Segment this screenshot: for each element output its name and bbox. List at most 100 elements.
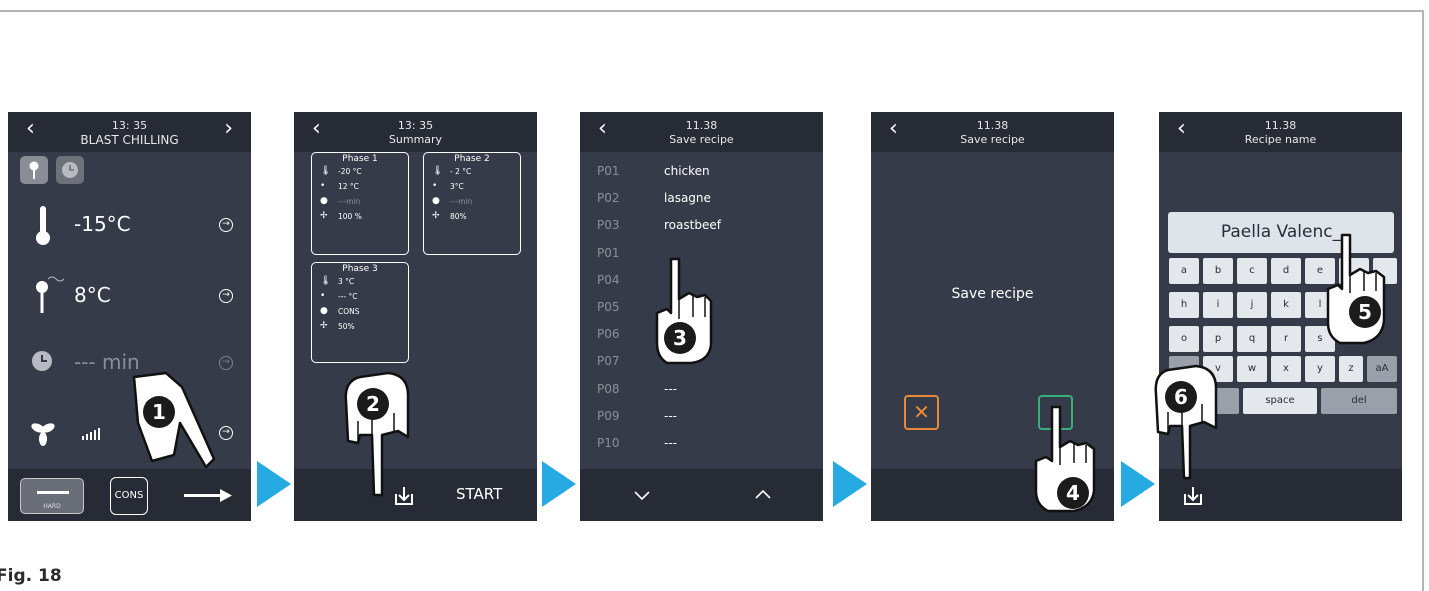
phase-2-card[interactable]: Phase 2 🌡 - 2 °C • 3°C ● ---min ✢ 80%	[423, 152, 521, 255]
figure-border-right	[1422, 10, 1424, 591]
chevron-right-icon[interactable]: ›	[224, 116, 233, 141]
key[interactable]: h	[1169, 292, 1199, 318]
core-temperature-value: 8°C	[74, 283, 111, 307]
key[interactable]: x	[1271, 356, 1301, 382]
next-arrow-icon[interactable]	[184, 487, 234, 505]
recipe-code: P08	[597, 382, 620, 396]
recipe-row[interactable]: P09 ---	[580, 405, 823, 432]
time: ---min	[338, 197, 361, 206]
clock-icon	[62, 162, 78, 178]
screen-title: Save recipe	[960, 133, 1025, 146]
core-probe-icon	[36, 276, 64, 313]
header: ‹ 11.38 Save recipe	[871, 112, 1114, 152]
key[interactable]: c	[1237, 258, 1267, 284]
air-temp: - 2 °C	[450, 167, 472, 176]
fan: 50%	[338, 322, 355, 331]
pointing-hand-icon	[132, 371, 216, 469]
air-temperature-value: -15°C	[74, 212, 131, 236]
key[interactable]: q	[1237, 326, 1267, 352]
recipe-code: P01	[597, 164, 620, 178]
key[interactable]: r	[1271, 326, 1301, 352]
pointing-hand-icon	[344, 371, 410, 497]
recipe-row[interactable]: P08 ---	[580, 378, 823, 405]
fan-icon	[31, 423, 55, 446]
screen-title: Save recipe	[669, 133, 734, 146]
step-badge-5: 5	[1349, 296, 1381, 328]
thermometer-icon: 🌡	[432, 166, 444, 176]
core-probe-mode-button[interactable]	[20, 156, 48, 184]
phase-title: Phase 3	[342, 264, 378, 274]
phase-3-card[interactable]: Phase 3 🌡 3 °C • --- °C ● CONS ✢ 50%	[311, 262, 409, 363]
recipe-code: P05	[597, 300, 620, 314]
chevron-down-icon[interactable]	[634, 491, 650, 501]
key[interactable]: i	[1203, 292, 1233, 318]
arrow-circle-icon[interactable]: →	[219, 289, 233, 303]
phase-title: Phase 1	[342, 154, 378, 164]
fan-speed-bars-icon	[82, 428, 100, 440]
header: ‹ 13: 35 Summary	[294, 112, 537, 152]
screen-title: BLAST CHILLING	[80, 133, 179, 147]
recipe-name: ---	[664, 409, 677, 423]
recipe-name: roastbeef	[664, 218, 721, 232]
header: ‹ 11.38 Recipe name	[1159, 112, 1402, 152]
air-temp: -20 °C	[338, 167, 362, 176]
key[interactable]: k	[1271, 292, 1301, 318]
hard-mode-button[interactable]: HARD	[20, 478, 84, 514]
arrow-circle-icon[interactable]: →	[219, 218, 233, 232]
recipe-name: ---	[664, 382, 677, 396]
clock-time: 13: 35	[397, 119, 434, 132]
header: ‹ 13: 35 BLAST CHILLING ›	[8, 112, 251, 152]
recipe-name: ---	[664, 436, 677, 450]
fan-icon: ✢	[320, 321, 328, 331]
recipe-row[interactable]: P03 roastbeef	[580, 214, 823, 241]
cancel-button[interactable]: ✕	[904, 395, 939, 430]
key[interactable]: a	[1169, 258, 1199, 284]
key[interactable]: p	[1203, 326, 1233, 352]
phase-title: Phase 2	[454, 154, 490, 164]
thermometer-icon	[36, 206, 50, 245]
recipe-row[interactable]: P02 lasagne	[580, 187, 823, 214]
key[interactable]: z	[1339, 356, 1363, 382]
clock-time: 11.38	[976, 119, 1009, 132]
key[interactable]: w	[1237, 356, 1267, 382]
core-temp: 3°C	[450, 182, 464, 191]
figure-border-top	[0, 10, 1424, 12]
space-key[interactable]: space	[1243, 388, 1317, 414]
air-temp: 3 °C	[338, 277, 355, 286]
hard-bar-icon	[37, 491, 69, 494]
core-temp: 12 °C	[338, 182, 359, 191]
core-temperature-row[interactable]: 8°C →	[8, 267, 251, 327]
fan: 100 %	[338, 212, 362, 221]
recipe-code: P03	[597, 218, 620, 232]
save-download-icon[interactable]	[1182, 485, 1204, 507]
confirm-message: Save recipe	[951, 286, 1034, 302]
key[interactable]: o	[1169, 326, 1199, 352]
pointing-hand-icon	[1154, 364, 1218, 480]
key[interactable]: y	[1305, 356, 1335, 382]
step-arrow-icon	[542, 461, 576, 507]
phase-1-card[interactable]: Phase 1 🌡 -20 °C • 12 °C ● ---min ✢ 100 %	[311, 152, 409, 255]
thermometer-icon: 🌡	[320, 276, 332, 286]
timer-mode-button[interactable]	[56, 156, 84, 184]
key[interactable]: d	[1271, 258, 1301, 284]
delete-key[interactable]: del	[1321, 388, 1397, 414]
pointing-hand-icon	[1326, 233, 1386, 345]
clock-time: 11.38	[1264, 119, 1297, 132]
fan-icon: ✢	[432, 211, 440, 221]
recipe-name: lasagne	[664, 191, 711, 205]
recipe-code: P06	[597, 327, 620, 341]
recipe-code: P02	[597, 191, 620, 205]
start-button[interactable]: START	[456, 485, 502, 503]
core-probe-icon: •	[320, 181, 326, 191]
air-temperature-row[interactable]: -15°C →	[8, 196, 251, 256]
chevron-up-icon[interactable]	[755, 489, 771, 499]
step-badge-1: 1	[143, 396, 175, 428]
clock-icon: ●	[320, 196, 328, 206]
recipe-row[interactable]: P10 ---	[580, 432, 823, 459]
case-toggle-key[interactable]: aA	[1367, 356, 1397, 382]
recipe-row[interactable]: P01 chicken	[580, 160, 823, 187]
thermometer-icon: 🌡	[320, 166, 332, 176]
key[interactable]: b	[1203, 258, 1233, 284]
clock-icon: ●	[432, 196, 440, 206]
key[interactable]: j	[1237, 292, 1267, 318]
